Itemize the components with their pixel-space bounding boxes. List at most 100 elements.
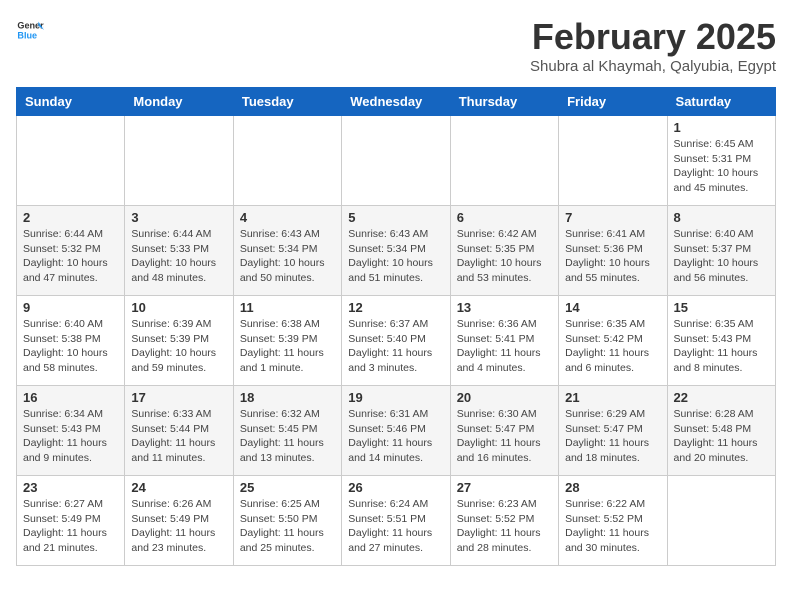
calendar-cell: 4Sunrise: 6:43 AM Sunset: 5:34 PM Daylig…	[233, 206, 341, 296]
day-number: 28	[565, 480, 660, 495]
calendar-cell: 18 Sunrise: 6:32 AM Sunset: 5:45 PM Dayli…	[233, 386, 341, 476]
day-number: 1	[674, 120, 769, 135]
calendar-cell: 28 Sunrise: 6:22 AM Sunset: 5:52 PM Dayli…	[559, 476, 667, 566]
day-info: Sunrise: 6:26 AM Sunset: 5:49 PM Dayligh…	[131, 497, 226, 556]
day-info: Sunrise: 6:40 AM Sunset: 5:38 PM Dayligh…	[23, 317, 118, 376]
calendar-cell	[559, 116, 667, 206]
day-number: 16	[23, 390, 118, 405]
calendar-cell: 21 Sunrise: 6:29 AM Sunset: 5:47 PM Dayli…	[559, 386, 667, 476]
day-number: 4	[240, 210, 335, 225]
day-info: Sunrise: 6:42 AM Sunset: 5:35 PM Dayligh…	[457, 227, 552, 286]
calendar-cell: 19 Sunrise: 6:31 AM Sunset: 5:46 PM Dayli…	[342, 386, 450, 476]
day-info: Sunrise: 6:34 AM Sunset: 5:43 PM Dayligh…	[23, 407, 118, 466]
day-info: Sunrise: 6:32 AM Sunset: 5:45 PM Dayligh…	[240, 407, 335, 466]
calendar-cell	[17, 116, 125, 206]
day-number: 17	[131, 390, 226, 405]
title-area: February 2025 Shubra al Khaymah, Qalyubi…	[530, 16, 776, 75]
calendar-cell: 17 Sunrise: 6:33 AM Sunset: 5:44 PM Dayli…	[125, 386, 233, 476]
calendar-cell: 16 Sunrise: 6:34 AM Sunset: 5:43 PM Dayli…	[17, 386, 125, 476]
calendar-cell	[450, 116, 558, 206]
day-number: 25	[240, 480, 335, 495]
calendar-cell: 5 Sunrise: 6:43 AM Sunset: 5:34 PM Daylig…	[342, 206, 450, 296]
day-info: Sunrise: 6:39 AM Sunset: 5:39 PM Dayligh…	[131, 317, 226, 376]
day-number: 15	[674, 300, 769, 315]
day-info: Sunrise: 6:24 AM Sunset: 5:51 PM Dayligh…	[348, 497, 443, 556]
weekday-header-friday: Friday	[559, 88, 667, 116]
calendar-cell	[667, 476, 775, 566]
day-number: 18	[240, 390, 335, 405]
weekday-header-saturday: Saturday	[667, 88, 775, 116]
calendar-cell: 23 Sunrise: 6:27 AM Sunset: 5:49 PM Dayli…	[17, 476, 125, 566]
calendar-cell: 15 Sunrise: 6:35 AM Sunset: 5:43 PM Dayli…	[667, 296, 775, 386]
day-number: 21	[565, 390, 660, 405]
day-info: Sunrise: 6:29 AM Sunset: 5:47 PM Dayligh…	[565, 407, 660, 466]
calendar-cell	[233, 116, 341, 206]
calendar-cell: 26 Sunrise: 6:24 AM Sunset: 5:51 PM Dayli…	[342, 476, 450, 566]
day-info: Sunrise: 6:45 AM Sunset: 5:31 PM Dayligh…	[674, 137, 769, 196]
day-info: Sunrise: 6:30 AM Sunset: 5:47 PM Dayligh…	[457, 407, 552, 466]
day-info: Sunrise: 6:37 AM Sunset: 5:40 PM Dayligh…	[348, 317, 443, 376]
calendar-table: SundayMondayTuesdayWednesdayThursdayFrid…	[16, 87, 776, 566]
day-number: 19	[348, 390, 443, 405]
calendar-body: 1 Sunrise: 6:45 AM Sunset: 5:31 PM Daylig…	[17, 116, 776, 566]
day-info: Sunrise: 6:40 AM Sunset: 5:37 PM Dayligh…	[674, 227, 769, 286]
weekday-header-monday: Monday	[125, 88, 233, 116]
calendar-cell: 3Sunrise: 6:44 AM Sunset: 5:33 PM Daylig…	[125, 206, 233, 296]
calendar-cell: 12 Sunrise: 6:37 AM Sunset: 5:40 PM Dayli…	[342, 296, 450, 386]
calendar-title: February 2025	[530, 16, 776, 58]
calendar-cell: 24 Sunrise: 6:26 AM Sunset: 5:49 PM Dayli…	[125, 476, 233, 566]
day-info: Sunrise: 6:44 AM Sunset: 5:32 PM Dayligh…	[23, 227, 118, 286]
logo: General Blue	[16, 16, 44, 44]
calendar-header: SundayMondayTuesdayWednesdayThursdayFrid…	[17, 88, 776, 116]
day-number: 9	[23, 300, 118, 315]
day-info: Sunrise: 6:38 AM Sunset: 5:39 PM Dayligh…	[240, 317, 335, 376]
day-info: Sunrise: 6:35 AM Sunset: 5:43 PM Dayligh…	[674, 317, 769, 376]
logo-icon: General Blue	[16, 16, 44, 44]
calendar-cell	[342, 116, 450, 206]
day-number: 2	[23, 210, 118, 225]
day-number: 14	[565, 300, 660, 315]
calendar-cell: 14Sunrise: 6:35 AM Sunset: 5:42 PM Dayli…	[559, 296, 667, 386]
weekday-header-row: SundayMondayTuesdayWednesdayThursdayFrid…	[17, 88, 776, 116]
day-number: 12	[348, 300, 443, 315]
calendar-cell: 2 Sunrise: 6:44 AM Sunset: 5:32 PM Daylig…	[17, 206, 125, 296]
day-number: 6	[457, 210, 552, 225]
day-info: Sunrise: 6:22 AM Sunset: 5:52 PM Dayligh…	[565, 497, 660, 556]
calendar-cell: 1 Sunrise: 6:45 AM Sunset: 5:31 PM Daylig…	[667, 116, 775, 206]
calendar-cell: 10 Sunrise: 6:39 AM Sunset: 5:39 PM Dayli…	[125, 296, 233, 386]
week-row-3: 9 Sunrise: 6:40 AM Sunset: 5:38 PM Daylig…	[17, 296, 776, 386]
day-info: Sunrise: 6:23 AM Sunset: 5:52 PM Dayligh…	[457, 497, 552, 556]
day-number: 11	[240, 300, 335, 315]
week-row-1: 1 Sunrise: 6:45 AM Sunset: 5:31 PM Daylig…	[17, 116, 776, 206]
day-info: Sunrise: 6:31 AM Sunset: 5:46 PM Dayligh…	[348, 407, 443, 466]
day-number: 24	[131, 480, 226, 495]
week-row-4: 16 Sunrise: 6:34 AM Sunset: 5:43 PM Dayli…	[17, 386, 776, 476]
weekday-header-thursday: Thursday	[450, 88, 558, 116]
calendar-cell: 6 Sunrise: 6:42 AM Sunset: 5:35 PM Daylig…	[450, 206, 558, 296]
weekday-header-sunday: Sunday	[17, 88, 125, 116]
calendar-cell: 27 Sunrise: 6:23 AM Sunset: 5:52 PM Dayli…	[450, 476, 558, 566]
calendar-cell: 25 Sunrise: 6:25 AM Sunset: 5:50 PM Dayli…	[233, 476, 341, 566]
week-row-2: 2 Sunrise: 6:44 AM Sunset: 5:32 PM Daylig…	[17, 206, 776, 296]
day-number: 27	[457, 480, 552, 495]
day-info: Sunrise: 6:27 AM Sunset: 5:49 PM Dayligh…	[23, 497, 118, 556]
day-info: Sunrise: 6:25 AM Sunset: 5:50 PM Dayligh…	[240, 497, 335, 556]
day-info: Sunrise: 6:33 AM Sunset: 5:44 PM Dayligh…	[131, 407, 226, 466]
day-number: 26	[348, 480, 443, 495]
calendar-cell: 22Sunrise: 6:28 AM Sunset: 5:48 PM Dayli…	[667, 386, 775, 476]
day-info: Sunrise: 6:44 AM Sunset: 5:33 PM Dayligh…	[131, 227, 226, 286]
page-header: General Blue February 2025 Shubra al Kha…	[16, 16, 776, 75]
day-info: Sunrise: 6:28 AM Sunset: 5:48 PM Dayligh…	[674, 407, 769, 466]
calendar-cell: 9 Sunrise: 6:40 AM Sunset: 5:38 PM Daylig…	[17, 296, 125, 386]
svg-text:Blue: Blue	[17, 30, 37, 40]
day-number: 10	[131, 300, 226, 315]
day-number: 5	[348, 210, 443, 225]
calendar-cell: 13Sunrise: 6:36 AM Sunset: 5:41 PM Dayli…	[450, 296, 558, 386]
calendar-cell	[125, 116, 233, 206]
day-info: Sunrise: 6:36 AM Sunset: 5:41 PM Dayligh…	[457, 317, 552, 376]
calendar-cell: 20 Sunrise: 6:30 AM Sunset: 5:47 PM Dayli…	[450, 386, 558, 476]
day-number: 20	[457, 390, 552, 405]
week-row-5: 23 Sunrise: 6:27 AM Sunset: 5:49 PM Dayli…	[17, 476, 776, 566]
day-info: Sunrise: 6:43 AM Sunset: 5:34 PM Dayligh…	[348, 227, 443, 286]
day-number: 23	[23, 480, 118, 495]
